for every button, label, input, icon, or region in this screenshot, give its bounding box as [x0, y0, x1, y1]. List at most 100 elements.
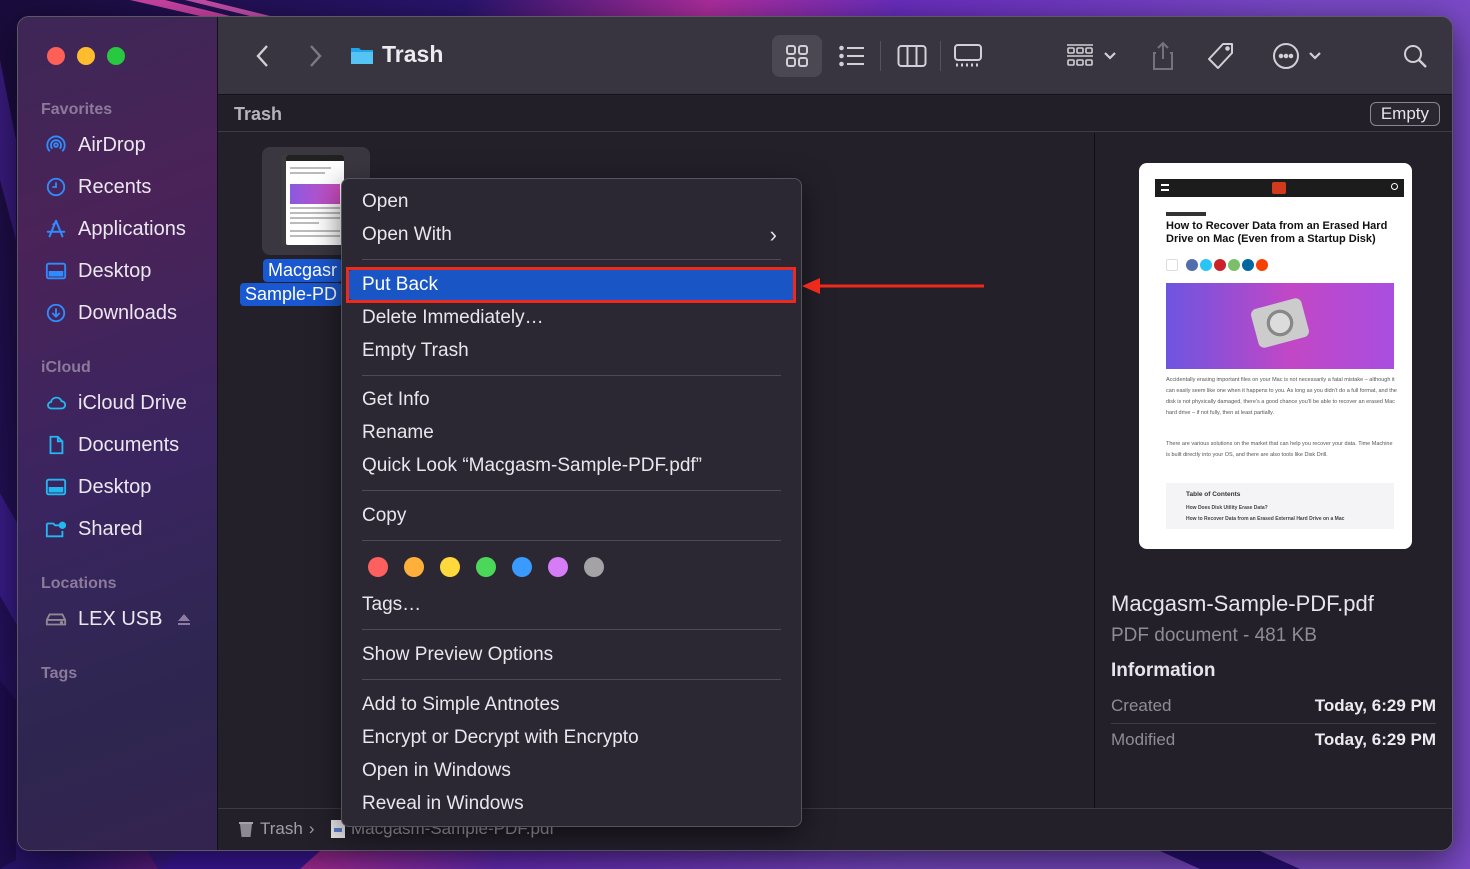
- menu-item-encrypto[interactable]: Encrypt or Decrypt with Encrypto: [348, 723, 795, 753]
- preview-paragraph: There are various solutions on the marke…: [1166, 441, 1393, 458]
- tag-color-yellow[interactable]: [440, 557, 460, 577]
- sidebar-item-recents[interactable]: Recents: [44, 172, 151, 202]
- clock-icon: [44, 175, 68, 199]
- tag-color-green[interactable]: [476, 557, 496, 577]
- menu-item-tags[interactable]: Tags…: [348, 590, 795, 620]
- menu-separator: [362, 679, 781, 680]
- sidebar: Favorites AirDrop Recents Applications D…: [18, 17, 218, 850]
- eject-icon[interactable]: [176, 611, 192, 627]
- path-header: Trash Empty: [218, 96, 1452, 132]
- tag-color-blue[interactable]: [512, 557, 532, 577]
- sidebar-item-shared[interactable]: Shared: [44, 514, 143, 544]
- sidebar-item-documents[interactable]: Documents: [44, 430, 179, 460]
- search-icon: [1404, 45, 1427, 68]
- sidebar-item-icloud-desktop[interactable]: Desktop: [44, 472, 151, 502]
- airdrop-icon: [44, 133, 68, 157]
- column-view-button[interactable]: [890, 35, 934, 77]
- sidebar-item-icloud-drive[interactable]: iCloud Drive: [44, 388, 187, 418]
- info-row-modified: Modified Today, 6:29 PM: [1111, 730, 1436, 749]
- more-actions-button[interactable]: [1268, 35, 1326, 77]
- sidebar-item-desktop[interactable]: Desktop: [44, 256, 151, 286]
- icon-view-button[interactable]: [772, 35, 822, 77]
- sidebar-item-downloads[interactable]: Downloads: [44, 298, 177, 328]
- toolbar: Trash: [218, 17, 1452, 95]
- path-crumb-trash[interactable]: Trash ›: [238, 819, 315, 839]
- tag-color-red[interactable]: [368, 557, 388, 577]
- sidebar-item-label: Shared: [78, 517, 143, 540]
- document-icon: [44, 433, 68, 457]
- info-row-created: Created Today, 6:29 PM: [1111, 696, 1436, 715]
- sidebar-section-icloud: iCloud: [41, 359, 91, 376]
- document-preview: How to Recover Data from an Erased Hard …: [1139, 163, 1412, 549]
- sidebar-section-locations: Locations: [41, 575, 117, 592]
- list-icon: [839, 45, 864, 67]
- menu-separator: [362, 259, 781, 260]
- hero-image: [1166, 283, 1394, 369]
- menu-separator: [362, 490, 781, 491]
- toolbar-separator: [940, 41, 941, 71]
- menu-item-copy[interactable]: Copy: [348, 501, 795, 531]
- menu-item-open[interactable]: Open: [348, 187, 795, 217]
- menu-item-rename[interactable]: Rename: [348, 418, 795, 448]
- sidebar-item-applications[interactable]: Applications: [44, 214, 186, 244]
- menu-item-empty-trash[interactable]: Empty Trash: [348, 336, 795, 366]
- annotation-highlight-box: [346, 267, 796, 303]
- tag-color-picker: [368, 557, 604, 577]
- search-button[interactable]: [1398, 35, 1432, 77]
- sidebar-section-favorites: Favorites: [41, 101, 113, 118]
- drive-icon: [44, 607, 68, 631]
- sidebar-item-label: Desktop: [78, 475, 152, 498]
- context-menu: Open Open With › Put Back Delete Immedia…: [341, 178, 802, 827]
- sidebar-item-lex-usb[interactable]: LEX USB: [44, 604, 192, 634]
- tag-color-orange[interactable]: [404, 557, 424, 577]
- share-button[interactable]: [1148, 35, 1178, 77]
- gallery-icon: [954, 44, 982, 67]
- list-view-button[interactable]: [832, 35, 872, 77]
- menu-item-quick-look[interactable]: Quick Look “Macgasm-Sample-PDF.pdf”: [348, 451, 795, 481]
- menu-item-reveal-in-windows[interactable]: Reveal in Windows: [348, 789, 795, 819]
- chevron-right-icon: [310, 45, 322, 67]
- sidebar-item-airdrop[interactable]: AirDrop: [44, 130, 146, 160]
- empty-trash-button[interactable]: Empty: [1369, 102, 1440, 126]
- chevron-left-icon: [256, 45, 268, 67]
- desktop-icon: [44, 259, 68, 283]
- pdf-thumbnail: [286, 155, 344, 245]
- forward-button[interactable]: [300, 39, 330, 73]
- menu-item-open-in-windows[interactable]: Open in Windows: [348, 756, 795, 786]
- file-name-line2[interactable]: Sample-PD: [240, 283, 343, 306]
- group-icon: [1067, 44, 1093, 66]
- preview-file-kind: PDF document - 481 KB: [1111, 625, 1317, 646]
- sidebar-item-label: iCloud Drive: [78, 391, 187, 414]
- menu-separator: [362, 540, 781, 541]
- gallery-view-button[interactable]: [946, 35, 990, 77]
- back-button[interactable]: [248, 39, 278, 73]
- shared-folder-icon: [44, 517, 68, 541]
- sidebar-item-label: AirDrop: [78, 133, 146, 156]
- preview-pane: How to Recover Data from an Erased Hard …: [1094, 133, 1452, 808]
- ellipsis-circle-icon: [1273, 43, 1299, 69]
- site-logo: [1272, 182, 1286, 194]
- chevron-down-icon: [1104, 52, 1116, 60]
- tag-color-purple[interactable]: [548, 557, 568, 577]
- menu-separator: [362, 629, 781, 630]
- applications-icon: [44, 217, 68, 241]
- menu-item-show-preview-options[interactable]: Show Preview Options: [348, 640, 795, 670]
- zoom-button[interactable]: [107, 47, 125, 65]
- columns-icon: [897, 45, 927, 67]
- group-by-button[interactable]: [1060, 35, 1122, 77]
- menu-item-add-to-simple-antnotes[interactable]: Add to Simple Antnotes: [348, 690, 795, 720]
- file-name-line1[interactable]: Macgasr: [263, 259, 343, 282]
- menu-separator: [362, 375, 781, 376]
- desktop-icon: [44, 475, 68, 499]
- window-controls: [47, 47, 125, 65]
- menu-item-delete-immediately[interactable]: Delete Immediately…: [348, 303, 795, 333]
- menu-item-get-info[interactable]: Get Info: [348, 385, 795, 415]
- table-of-contents: Table of Contents How Does Disk Utility …: [1166, 483, 1394, 529]
- minimize-button[interactable]: [77, 47, 95, 65]
- menu-item-open-with[interactable]: Open With ›: [348, 220, 795, 250]
- tag-color-gray[interactable]: [584, 557, 604, 577]
- share-icon: [1153, 41, 1173, 70]
- close-button[interactable]: [47, 47, 65, 65]
- social-share-icons: [1166, 259, 1268, 271]
- tags-button[interactable]: [1204, 35, 1238, 77]
